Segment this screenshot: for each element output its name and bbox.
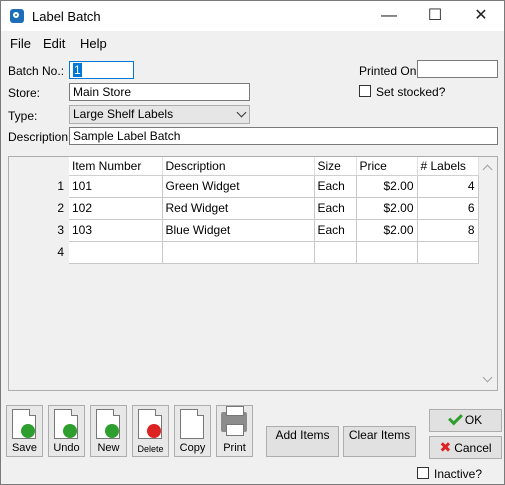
- column-header-description[interactable]: Description: [162, 157, 315, 176]
- description-label: Description:: [8, 130, 72, 144]
- menu-help[interactable]: Help: [80, 36, 107, 51]
- save-button[interactable]: Save: [6, 405, 43, 457]
- batch-no-value: 1: [73, 63, 82, 77]
- chevron-down-icon: [236, 107, 247, 118]
- cell-labels[interactable]: 8: [417, 219, 479, 242]
- scroll-up-icon[interactable]: [482, 164, 493, 175]
- app-icon: [10, 9, 24, 23]
- window-title: Label Batch: [32, 9, 101, 24]
- menu-bar: File Edit Help: [1, 32, 504, 54]
- items-grid: Item Number Description Size Price # Lab…: [8, 156, 498, 391]
- store-field[interactable]: Main Store: [69, 83, 250, 101]
- copy-button[interactable]: Copy: [174, 405, 211, 457]
- cell-labels[interactable]: [417, 241, 479, 264]
- cell-description[interactable]: Green Widget: [162, 175, 315, 198]
- undo-button[interactable]: Undo: [48, 405, 85, 457]
- maximize-button[interactable]: ☐: [412, 1, 458, 31]
- save-button-label: Save: [11, 442, 38, 454]
- cell-price[interactable]: $2.00: [356, 197, 418, 220]
- clear-items-button[interactable]: Clear Items: [343, 426, 416, 457]
- table-row[interactable]: 3 103 Blue Widget Each $2.00 8: [9, 219, 479, 242]
- table-row[interactable]: 4: [9, 241, 479, 264]
- clear-items-label: Clear Items: [348, 428, 411, 442]
- cell-description[interactable]: [162, 241, 315, 264]
- delete-button-label: Delete: [137, 444, 164, 454]
- cell-item-number[interactable]: 102: [69, 197, 163, 220]
- inactive-checkbox[interactable]: [417, 467, 429, 479]
- printer-icon: [221, 406, 247, 436]
- add-items-button[interactable]: Add Items: [266, 426, 339, 457]
- undo-badge-icon: [63, 424, 77, 438]
- menu-file[interactable]: File: [10, 36, 31, 51]
- table-row[interactable]: 1 101 Green Widget Each $2.00 4: [9, 175, 479, 198]
- cell-price[interactable]: [356, 241, 418, 264]
- row-number: 4: [9, 241, 69, 263]
- copy-icon: [180, 409, 204, 439]
- plus-badge-icon: [105, 424, 119, 438]
- batch-no-field[interactable]: 1: [69, 61, 134, 79]
- ok-button[interactable]: OK: [429, 409, 502, 432]
- inactive-label: Inactive?: [434, 467, 483, 481]
- cell-price[interactable]: $2.00: [356, 175, 418, 198]
- column-header-size[interactable]: Size: [314, 157, 357, 176]
- column-header-item-number[interactable]: Item Number: [69, 157, 163, 176]
- label-batch-window: Label Batch — ☐ ✕ File Edit Help Batch N…: [0, 0, 505, 485]
- cell-item-number[interactable]: [69, 241, 163, 264]
- minus-badge-icon: [147, 424, 161, 438]
- cell-labels[interactable]: 6: [417, 197, 479, 220]
- cell-description[interactable]: Red Widget: [162, 197, 315, 220]
- printed-on-field[interactable]: [417, 60, 498, 78]
- printed-on-label: Printed On:: [359, 64, 420, 78]
- print-button[interactable]: Print: [216, 405, 253, 457]
- copy-button-label: Copy: [179, 442, 206, 454]
- cell-item-number[interactable]: 103: [69, 219, 163, 242]
- table-row[interactable]: 2 102 Red Widget Each $2.00 6: [9, 197, 479, 220]
- column-header-price[interactable]: Price: [356, 157, 418, 176]
- column-header-labels[interactable]: # Labels: [417, 157, 479, 176]
- cell-size[interactable]: Each: [314, 219, 357, 242]
- new-button-label: New: [97, 442, 120, 454]
- cell-price[interactable]: $2.00: [356, 219, 418, 242]
- set-stocked-checkbox[interactable]: [359, 85, 371, 97]
- title-bar: Label Batch — ☐ ✕: [1, 1, 504, 31]
- new-button[interactable]: New: [90, 405, 127, 457]
- batch-no-label: Batch No.:: [8, 64, 65, 78]
- undo-button-label: Undo: [53, 442, 80, 454]
- cell-description[interactable]: Blue Widget: [162, 219, 315, 242]
- print-button-label: Print: [223, 442, 246, 454]
- cancel-x-icon: ✖: [439, 439, 452, 455]
- row-number: 3: [9, 219, 69, 241]
- cancel-label: Cancel: [454, 441, 492, 455]
- cancel-button[interactable]: ✖ Cancel: [429, 436, 502, 459]
- scroll-down-icon[interactable]: [482, 372, 493, 383]
- cell-labels[interactable]: 4: [417, 175, 479, 198]
- ok-label: OK: [464, 413, 483, 427]
- cell-item-number[interactable]: 101: [69, 175, 163, 198]
- description-field[interactable]: Sample Label Batch: [69, 127, 498, 145]
- grid-header-row: Item Number Description Size Price # Lab…: [9, 157, 479, 176]
- add-items-label: Add Items: [275, 428, 330, 442]
- cell-size[interactable]: Each: [314, 197, 357, 220]
- row-number: 2: [9, 197, 69, 219]
- delete-button[interactable]: Delete: [132, 405, 169, 457]
- grid-vertical-scrollbar[interactable]: [479, 158, 496, 389]
- cell-size[interactable]: Each: [314, 175, 357, 198]
- set-stocked-label: Set stocked?: [376, 85, 446, 99]
- type-select[interactable]: Large Shelf Labels: [69, 105, 250, 124]
- row-number: 1: [9, 175, 69, 197]
- checkmark-icon: [447, 410, 463, 426]
- minimize-button[interactable]: —: [366, 1, 412, 31]
- type-label: Type:: [8, 109, 38, 123]
- close-button[interactable]: ✕: [458, 1, 504, 31]
- menu-edit[interactable]: Edit: [43, 36, 65, 51]
- items-table: Item Number Description Size Price # Lab…: [9, 157, 479, 264]
- type-select-value: Large Shelf Labels: [73, 107, 174, 121]
- save-badge-icon: [21, 424, 35, 438]
- store-label: Store:: [8, 86, 41, 100]
- grid-corner: [9, 157, 69, 175]
- cell-size[interactable]: [314, 241, 357, 264]
